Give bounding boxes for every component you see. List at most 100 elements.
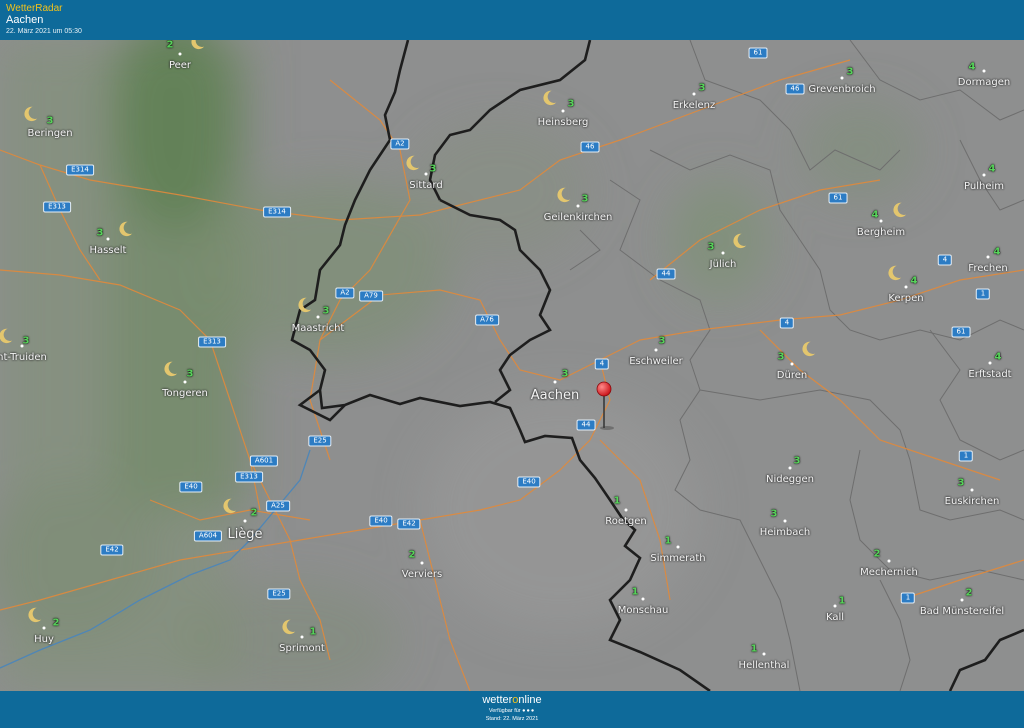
city-dot	[178, 52, 182, 56]
city-label[interactable]: Verviers	[402, 569, 443, 580]
road-sign: E40	[517, 476, 541, 488]
city-dot	[561, 109, 565, 113]
map-pin-icon[interactable]	[592, 380, 622, 430]
city-label[interactable]: Peer	[169, 60, 191, 71]
road-sign: A2	[390, 138, 410, 150]
temperature-value: 3	[658, 335, 666, 347]
city-label[interactable]: Liège	[227, 527, 262, 542]
road-sign: A76	[475, 314, 499, 326]
city-label[interactable]: Kerpen	[888, 293, 923, 304]
road-sign: E313	[235, 471, 263, 483]
temperature-value: 3	[793, 455, 801, 467]
road-sign: E314	[66, 164, 94, 176]
city-dot	[641, 597, 645, 601]
availability-text: Verfügbar für ●●●	[0, 707, 1024, 715]
city-label[interactable]: Maastricht	[292, 323, 345, 334]
city-dot	[982, 173, 986, 177]
city-label[interactable]: Simmerath	[650, 553, 705, 564]
app-store-icons[interactable]: ●●●	[522, 708, 535, 714]
city-label[interactable]: Kall	[826, 612, 844, 623]
city-label[interactable]: Pulheim	[964, 181, 1004, 192]
brand-prefix: wetter	[482, 694, 513, 706]
city-dot	[692, 92, 696, 96]
temperature-value: 4	[988, 163, 996, 175]
temperature-value: 3	[429, 163, 437, 175]
city-label[interactable]: Nideggen	[766, 474, 814, 485]
city-label[interactable]: Hellenthal	[739, 660, 790, 671]
temperature-value: 2	[166, 40, 174, 51]
temperature-value: 4	[994, 351, 1002, 363]
city-label[interactable]: Huy	[34, 634, 54, 645]
city-label[interactable]: Jülich	[710, 259, 737, 270]
brand-logo[interactable]: wetteronline	[0, 694, 1024, 707]
crescent-moon-icon	[406, 155, 420, 171]
road-sign: 61	[748, 47, 768, 59]
city-label[interactable]: Erkelenz	[673, 100, 716, 111]
city-label[interactable]: Erftstadt	[968, 369, 1011, 380]
city-label[interactable]: Euskirchen	[945, 496, 1000, 507]
temperature-value: 4	[910, 275, 918, 287]
city-label[interactable]: Düren	[777, 370, 807, 381]
city-dot	[982, 69, 986, 73]
road-sign: E313	[198, 336, 226, 348]
city-dot	[783, 519, 787, 523]
road-sign: E314	[263, 206, 291, 218]
temperature-value: 3	[777, 351, 785, 363]
crescent-moon-icon	[733, 233, 747, 249]
city-dot	[887, 559, 891, 563]
city-label[interactable]: Hasselt	[90, 245, 127, 256]
city-label[interactable]: Frechen	[968, 263, 1007, 274]
city-label[interactable]: Sprimont	[279, 643, 325, 654]
stand-text: Stand: 22. März 2021	[485, 716, 539, 722]
location-title[interactable]: Aachen	[6, 14, 1018, 27]
city-label[interactable]: Aachen	[531, 388, 579, 403]
city-label[interactable]: Bergheim	[857, 227, 905, 238]
timestamp: 22. März 2021 um 05:30	[6, 28, 82, 35]
temperature-value: 4	[871, 209, 879, 221]
city-dot	[790, 362, 794, 366]
city-dot	[654, 348, 658, 352]
city-dot	[316, 315, 320, 319]
city-label[interactable]: Bad Münstereifel	[920, 606, 1004, 617]
road-sign: E40	[369, 515, 393, 527]
city-dot	[42, 626, 46, 630]
temperature-value: 2	[965, 587, 973, 599]
city-dot	[576, 204, 580, 208]
temperature-value: 3	[581, 193, 589, 205]
city-label[interactable]: Heinsberg	[538, 117, 589, 128]
city-label[interactable]: Eschweiler	[629, 356, 683, 367]
crescent-moon-icon	[0, 328, 13, 344]
wetterradar-app: WetterRadar Aachen 22. März 2021 um 05:3…	[0, 0, 1024, 728]
city-dot	[833, 604, 837, 608]
city-label[interactable]: Geilenkirchen	[544, 212, 613, 223]
road-sign: E40	[179, 481, 203, 493]
radar-map[interactable]: Peer 2 Beringen 3 Hasselt 3 nt-Truiden 3 Tongere…	[0, 40, 1024, 691]
city-dot	[243, 519, 247, 523]
road-sign: 44	[656, 268, 676, 280]
city-dot	[106, 237, 110, 241]
temperature-value: 1	[750, 643, 758, 655]
city-dot	[553, 380, 557, 384]
city-dot	[904, 285, 908, 289]
road-sign: A601	[249, 455, 279, 467]
road-sign: E313	[43, 201, 71, 213]
temperature-value: 3	[770, 508, 778, 520]
city-dot	[988, 361, 992, 365]
road-sign: A25	[266, 500, 290, 512]
city-label[interactable]: Grevenbroich	[808, 84, 875, 95]
city-dot	[300, 635, 304, 639]
city-label[interactable]: nt-Truiden	[0, 352, 47, 363]
city-label[interactable]: Tongeren	[162, 388, 208, 399]
city-label[interactable]: Beringen	[27, 128, 72, 139]
city-label[interactable]: Sittard	[409, 180, 442, 191]
city-label[interactable]: Mechernich	[860, 567, 918, 578]
crescent-moon-icon	[543, 90, 557, 106]
city-label[interactable]: Heimbach	[760, 527, 811, 538]
city-label[interactable]: Dormagen	[958, 77, 1010, 88]
city-dot	[879, 219, 883, 223]
crescent-moon-icon	[557, 187, 571, 203]
temperature-value: 3	[96, 227, 104, 239]
city-label[interactable]: Monschau	[618, 605, 669, 616]
city-dot	[424, 172, 428, 176]
city-label[interactable]: Roetgen	[605, 516, 647, 527]
